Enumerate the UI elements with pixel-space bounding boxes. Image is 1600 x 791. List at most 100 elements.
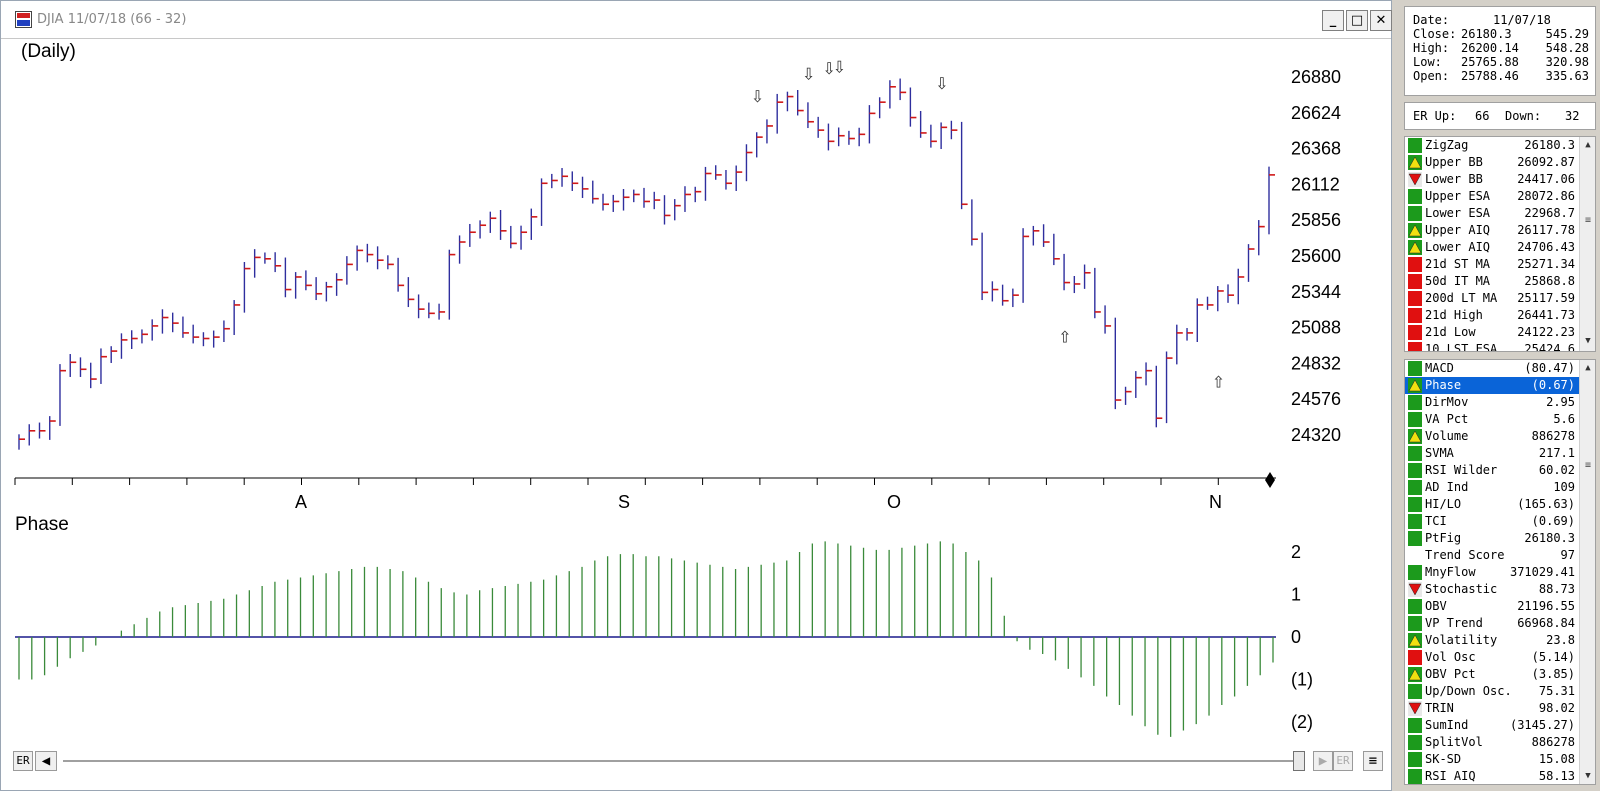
indicator-name: 10 LST ESA <box>1425 342 1498 352</box>
indicator-row[interactable]: Lower ESA 22968.7 <box>1405 205 1579 222</box>
indicator-row[interactable]: VP Trend 66968.84 <box>1405 615 1579 632</box>
scroll-er-right-button[interactable]: ER <box>1333 751 1353 771</box>
status-red-icon <box>1408 274 1422 289</box>
indicator-name: RSI AIQ <box>1425 769 1476 783</box>
window-title: DJIA 11/07/18 (66 - 32) <box>37 12 187 27</box>
indicator-name: TCI <box>1425 514 1447 528</box>
month-labels: ASON <box>295 492 1222 512</box>
maximize-button[interactable]: □ <box>1346 10 1368 31</box>
indicator-name: SK-SD <box>1425 752 1462 766</box>
month-label: O <box>887 492 901 512</box>
indicator-row[interactable]: SplitVol 886278 <box>1405 734 1579 751</box>
indicator-row[interactable]: SVMA 217.1 <box>1405 445 1579 462</box>
indicator-row[interactable]: Upper AIQ 26117.78 <box>1405 222 1579 239</box>
scroll-up-arrow[interactable]: ▲ <box>1582 139 1594 151</box>
scroll-er-left-button[interactable]: ER <box>13 751 33 771</box>
indicator-row[interactable]: Vol Osc (5.14) <box>1405 649 1579 666</box>
indicator-row[interactable]: DirMov 2.95 <box>1405 394 1579 411</box>
indicator-row[interactable]: Up/Down Osc. 75.31 <box>1405 683 1579 700</box>
indicator-row[interactable]: 21d Low 24122.23 <box>1405 324 1579 341</box>
lower-list-scrollbar[interactable]: ▲ ≡ ▼ <box>1579 360 1595 784</box>
indicator-row[interactable]: AD Ind 109 <box>1405 479 1579 496</box>
indicator-row[interactable]: Lower BB 24417.06 <box>1405 171 1579 188</box>
x-axis-ticks <box>14 478 1219 485</box>
info-label: High: <box>1413 41 1450 55</box>
indicator-name: Upper BB <box>1425 155 1483 169</box>
scroll-thumb[interactable] <box>1293 751 1305 771</box>
scroll-grip-icon[interactable]: ≡ <box>1582 215 1594 226</box>
info-value: 11/07/18 <box>1493 13 1551 27</box>
chart-window: DJIA 11/07/18 (66 - 32) _ □ ✕ (Daily) 26… <box>0 0 1392 791</box>
indicator-row[interactable]: PtFig 26180.3 <box>1405 530 1579 547</box>
indicator-row[interactable]: Upper BB 26092.87 <box>1405 154 1579 171</box>
indicator-row[interactable]: 21d ST MA 25271.34 <box>1405 256 1579 273</box>
indicator-row[interactable]: 10 LST ESA 25424.6 <box>1405 341 1579 352</box>
status-green-icon <box>1408 684 1422 699</box>
indicator-row[interactable]: ZigZag 26180.3 <box>1405 137 1579 154</box>
scroll-down-arrow[interactable]: ▼ <box>1582 770 1594 782</box>
indicator-value: (0.69) <box>1531 514 1575 528</box>
price-chart[interactable]: (Daily) 26880 26624 26368 26112 25856 25600 25… <box>1 39 1391 745</box>
indicator-name: 21d High <box>1425 308 1483 322</box>
month-label: S <box>618 492 630 512</box>
phase-axis: 2 1 0 (1) (2) <box>1291 542 1313 732</box>
indicator-row[interactable]: Trend Score 97 <box>1405 547 1579 564</box>
indicator-row[interactable]: OBV Pct (3.85) <box>1405 666 1579 683</box>
indicator-value: 26092.87 <box>1517 155 1575 169</box>
indicator-name: SplitVol <box>1425 735 1483 749</box>
buy-arrow-icon: ⇧ <box>1058 328 1071 347</box>
info-label: Low: <box>1413 55 1442 69</box>
indicator-row[interactable]: VA Pct 5.6 <box>1405 411 1579 428</box>
indicator-row[interactable]: Lower AIQ 24706.43 <box>1405 239 1579 256</box>
buy-arrow-icon: ⇧ <box>1212 372 1225 391</box>
scroll-grip-icon[interactable]: ≡ <box>1582 460 1594 471</box>
scroll-up-arrow[interactable]: ▲ <box>1582 362 1594 374</box>
indicator-value: (3.85) <box>1531 667 1575 681</box>
indicator-row[interactable]: Stochastic 88.73 <box>1405 581 1579 598</box>
indicator-row[interactable]: TRIN 98.02 <box>1405 700 1579 717</box>
period-label: (Daily) <box>21 41 76 62</box>
status-up-triangle-icon <box>1408 240 1422 255</box>
scroll-right-arrow[interactable]: ▶ <box>1313 751 1333 771</box>
indicator-value: 28072.86 <box>1517 189 1575 203</box>
indicator-row[interactable]: 200d LT MA 25117.59 <box>1405 290 1579 307</box>
indicator-value: 60.02 <box>1538 463 1575 477</box>
indicator-row[interactable]: SK-SD 15.08 <box>1405 751 1579 768</box>
upper-list-scrollbar[interactable]: ▲ ≡ ▼ <box>1579 137 1595 351</box>
indicator-name: Vol Osc <box>1425 650 1476 664</box>
scroll-track[interactable] <box>63 760 1301 762</box>
close-button[interactable]: ✕ <box>1370 10 1392 31</box>
indicator-row[interactable]: Phase (0.67) <box>1405 377 1579 394</box>
indicator-list-lower[interactable]: MACD (80.47) Phase (0.67) DirMov 2.95 VA Pct 5.… <box>1404 359 1596 785</box>
indicator-row[interactable]: RSI Wilder 60.02 <box>1405 462 1579 479</box>
indicator-value: 15.08 <box>1538 752 1575 766</box>
horizontal-scrollbar[interactable]: ER ◀ ▶ ER ≡ <box>11 747 1386 775</box>
indicator-row[interactable]: HI/LO (165.63) <box>1405 496 1579 513</box>
scroll-down-arrow[interactable]: ▼ <box>1582 335 1594 347</box>
indicator-value: 97 <box>1560 548 1575 562</box>
indicator-row[interactable]: MACD (80.47) <box>1405 360 1579 377</box>
scroll-left-arrow[interactable]: ◀ <box>35 751 57 771</box>
indicator-row[interactable]: Volatility 23.8 <box>1405 632 1579 649</box>
info-row: High: 26200.14 548.28 <box>1413 41 1589 55</box>
indicator-row[interactable]: 21d High 26441.73 <box>1405 307 1579 324</box>
indicator-row[interactable]: 50d IT MA 25868.8 <box>1405 273 1579 290</box>
indicator-name: 50d IT MA <box>1425 274 1491 288</box>
menu-icon[interactable]: ≡ <box>1363 751 1383 771</box>
title-bar[interactable]: DJIA 11/07/18 (66 - 32) _ □ ✕ <box>1 1 1392 39</box>
indicator-row[interactable]: MnyFlow 371029.41 <box>1405 564 1579 581</box>
status-none <box>1408 548 1422 563</box>
indicator-row[interactable]: TCI (0.69) <box>1405 513 1579 530</box>
indicator-value: 2.95 <box>1546 395 1575 409</box>
indicator-row[interactable]: RSI AIQ 58.13 <box>1405 768 1579 784</box>
indicator-row[interactable]: SumInd (3145.27) <box>1405 717 1579 734</box>
indicator-label: Phase <box>15 514 69 535</box>
indicator-row[interactable]: Upper ESA 28072.86 <box>1405 188 1579 205</box>
indicator-row[interactable]: Volume 886278 <box>1405 428 1579 445</box>
phase-tick-label: 1 <box>1291 585 1301 605</box>
indicator-list-upper[interactable]: ZigZag 26180.3 Upper BB 26092.87 Lower BB 244… <box>1404 136 1596 352</box>
indicator-name: RSI Wilder <box>1425 463 1498 477</box>
minimize-button[interactable]: _ <box>1322 10 1344 31</box>
indicator-row[interactable]: OBV 21196.55 <box>1405 598 1579 615</box>
indicator-value: 21196.55 <box>1517 599 1575 613</box>
